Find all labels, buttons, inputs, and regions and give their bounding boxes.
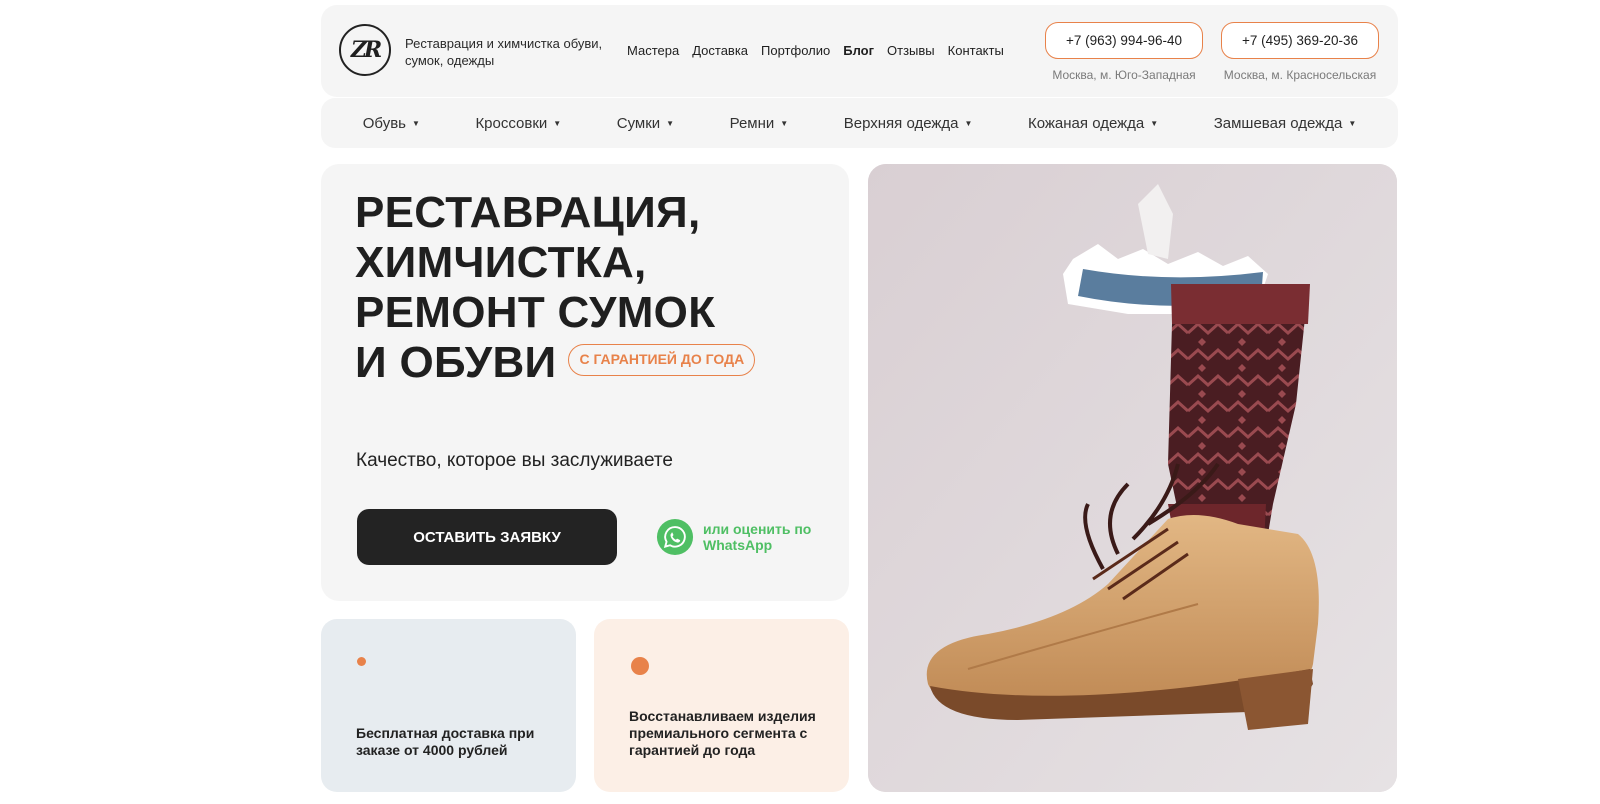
hero-title-line: ХИМЧИСТКА, (355, 238, 647, 287)
phone-location-1: Москва, м. Юго-Западная (1052, 68, 1196, 82)
category-label: Ремни (729, 114, 775, 132)
caret-down-icon: ▼ (411, 118, 420, 128)
hero-image-shoe (868, 164, 1397, 792)
category-outerwear[interactable]: Верхняя одежда ▼ (844, 115, 973, 132)
feature-card-delivery: Бесплатная доставка при заказе от 4000 р… (321, 619, 576, 792)
nav-link-reviews[interactable]: Отзывы (887, 43, 935, 58)
category-label: Сумки (616, 114, 661, 132)
category-sneakers[interactable]: Кроссовки ▼ (475, 115, 561, 132)
whatsapp-label: или оценить по WhatsApp (703, 521, 812, 553)
feature-text: Восстанавливаем изделия премиального сег… (629, 708, 816, 758)
site-header: ZR Реставрация и химчистка обуви, сумок,… (321, 5, 1398, 97)
phone-button-1[interactable]: +7 (963) 994-96-40 (1045, 22, 1203, 59)
accent-dot-icon (631, 657, 649, 675)
category-label: Обувь (362, 114, 406, 132)
caret-down-icon: ▼ (553, 118, 562, 128)
main-nav: Мастера Доставка Портфолио Блог Отзывы К… (627, 43, 1017, 58)
logo-icon[interactable]: ZR (339, 24, 391, 76)
category-menu: Обувь ▼ Кроссовки ▼ Сумки ▼ Ремни ▼ Верхняя … (321, 98, 1398, 148)
nav-link-contacts[interactable]: Контакты (948, 43, 1004, 58)
nav-link-portfolio[interactable]: Портфолио (761, 43, 830, 58)
hero-card: РЕСТАВРАЦИЯ, ХИМЧИСТКА, РЕМОНТ СУМОК И О… (321, 164, 849, 601)
accent-dot-icon (357, 657, 366, 666)
category-belts[interactable]: Ремни ▼ (730, 115, 789, 132)
feature-card-premium: Восстанавливаем изделия премиального сег… (594, 619, 849, 792)
caret-down-icon: ▼ (666, 118, 675, 128)
category-label: Замшевая одежда (1213, 114, 1343, 132)
submit-request-button[interactable]: ОСТАВИТЬ ЗАЯВКУ (357, 509, 617, 565)
contact-block-1: +7 (963) 994-96-40 Москва, м. Юго-Западн… (1045, 22, 1203, 82)
category-label: Кроссовки (475, 114, 548, 132)
category-label: Кожаная одежда (1027, 114, 1145, 132)
nav-link-delivery[interactable]: Доставка (692, 43, 748, 58)
category-leather-clothing[interactable]: Кожаная одежда ▼ (1028, 115, 1158, 132)
whatsapp-icon (656, 518, 694, 556)
phone-location-2: Москва, м. Красносельская (1223, 68, 1377, 82)
nav-link-blog[interactable]: Блог (843, 43, 874, 58)
shoe-illustration (868, 164, 1397, 792)
contact-block-2: +7 (495) 369-20-36 Москва, м. Красносель… (1221, 22, 1379, 82)
hero-title-line-last: И ОБУВИ С ГАРАНТИЕЙ ДО ГОДА (355, 338, 835, 388)
whatsapp-link[interactable]: или оценить по WhatsApp (656, 518, 813, 556)
caret-down-icon: ▼ (964, 118, 973, 128)
caret-down-icon: ▼ (1150, 118, 1159, 128)
caret-down-icon: ▼ (780, 118, 789, 128)
hero-title-line-text: И ОБУВИ (355, 338, 557, 387)
guarantee-badge: С ГАРАНТИЕЙ ДО ГОДА (568, 344, 756, 377)
hero-title: РЕСТАВРАЦИЯ, ХИМЧИСТКА, РЕМОНТ СУМОК И О… (355, 188, 835, 388)
category-bags[interactable]: Сумки ▼ (617, 115, 674, 132)
nav-link-masters[interactable]: Мастера (627, 43, 679, 58)
feature-text: Бесплатная доставка при заказе от 4000 р… (356, 725, 535, 758)
category-label: Верхняя одежда (843, 114, 959, 132)
phone-button-2[interactable]: +7 (495) 369-20-36 (1221, 22, 1379, 59)
caret-down-icon: ▼ (1348, 118, 1357, 128)
brand-tagline: Реставрация и химчистка обуви, сумок, од… (405, 36, 603, 68)
hero-subtitle: Качество, которое вы заслуживаете (356, 450, 673, 471)
hero-title-line: РЕМОНТ СУМОК (355, 288, 716, 337)
category-suede-clothing[interactable]: Замшевая одежда ▼ (1214, 115, 1357, 132)
category-shoes[interactable]: Обувь ▼ (363, 115, 420, 132)
hero-title-line: РЕСТАВРАЦИЯ, (355, 188, 701, 237)
